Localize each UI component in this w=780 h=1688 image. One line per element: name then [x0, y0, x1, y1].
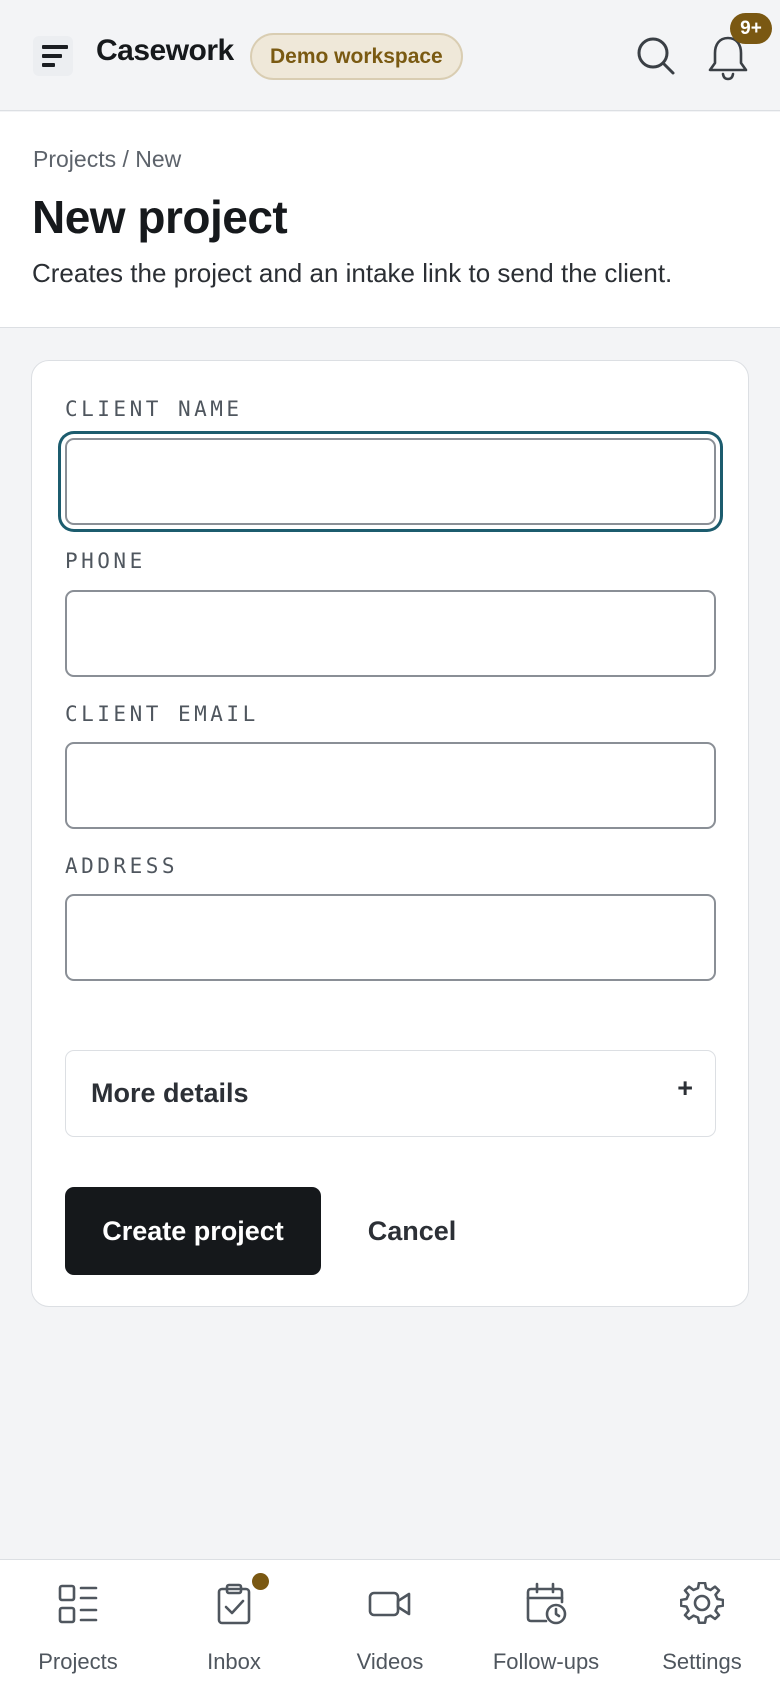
- cancel-button[interactable]: Cancel: [342, 1187, 482, 1275]
- more-details-label: More details: [91, 1078, 249, 1108]
- nav-item-follow-ups[interactable]: Follow-ups: [468, 1560, 624, 1688]
- nav-label-settings: Settings: [662, 1649, 742, 1674]
- client-name-label: CLIENT NAME: [65, 397, 243, 421]
- plus-icon: +: [677, 1073, 693, 1103]
- page-title: New project: [32, 191, 288, 243]
- more-details-expander[interactable]: More details +: [65, 1050, 716, 1137]
- bottom-navigation: Projects Inbox Videos Follow-ups Setting…: [0, 1559, 780, 1688]
- address-label: ADDRESS: [65, 854, 179, 878]
- brand-name: Casework: [96, 34, 234, 67]
- search-button[interactable]: [634, 34, 678, 78]
- inbox-unread-dot: [252, 1573, 269, 1590]
- breadcrumb-separator: /: [122, 146, 136, 172]
- page-header: Projects / New New project Creates the p…: [0, 112, 780, 328]
- client-name-input[interactable]: [65, 438, 716, 525]
- page-subtitle: Creates the project and an intake link t…: [32, 258, 673, 288]
- create-project-button[interactable]: Create project: [65, 1187, 321, 1275]
- gear-icon: [680, 1582, 724, 1624]
- phone-label: PHONE: [65, 549, 146, 573]
- nav-label-videos: Videos: [356, 1649, 424, 1674]
- nav-item-inbox[interactable]: Inbox: [156, 1560, 312, 1688]
- calendar-clock-icon: [526, 1582, 567, 1625]
- client-email-label: CLIENT EMAIL: [65, 702, 259, 726]
- nav-label-projects: Projects: [38, 1649, 118, 1674]
- new-project-form: CLIENT NAME PHONE CLIENT EMAIL ADDRESS M…: [31, 360, 749, 1307]
- top-app-bar: Casework Demo workspace 9+: [0, 0, 780, 111]
- nav-label-follow-ups: Follow-ups: [492, 1649, 600, 1674]
- casework-logo-icon[interactable]: [33, 36, 73, 76]
- breadcrumb: Projects / New: [33, 146, 181, 173]
- projects-grid-icon: [58, 1584, 98, 1624]
- video-camera-icon: [368, 1591, 411, 1617]
- search-icon: [637, 37, 675, 75]
- breadcrumb-projects-link[interactable]: Projects: [33, 146, 122, 172]
- address-input[interactable]: [65, 894, 716, 981]
- workspace-badge[interactable]: Demo workspace: [250, 33, 463, 80]
- clipboard-check-icon: [217, 1583, 251, 1625]
- phone-input[interactable]: [65, 590, 716, 677]
- nav-item-projects[interactable]: Projects: [0, 1560, 156, 1688]
- nav-item-settings[interactable]: Settings: [624, 1560, 780, 1688]
- nav-label-inbox: Inbox: [207, 1649, 261, 1674]
- notification-count-badge: 9+: [730, 13, 772, 44]
- breadcrumb-current: New: [135, 146, 182, 172]
- nav-item-videos[interactable]: Videos: [312, 1560, 468, 1688]
- client-email-input[interactable]: [65, 742, 716, 829]
